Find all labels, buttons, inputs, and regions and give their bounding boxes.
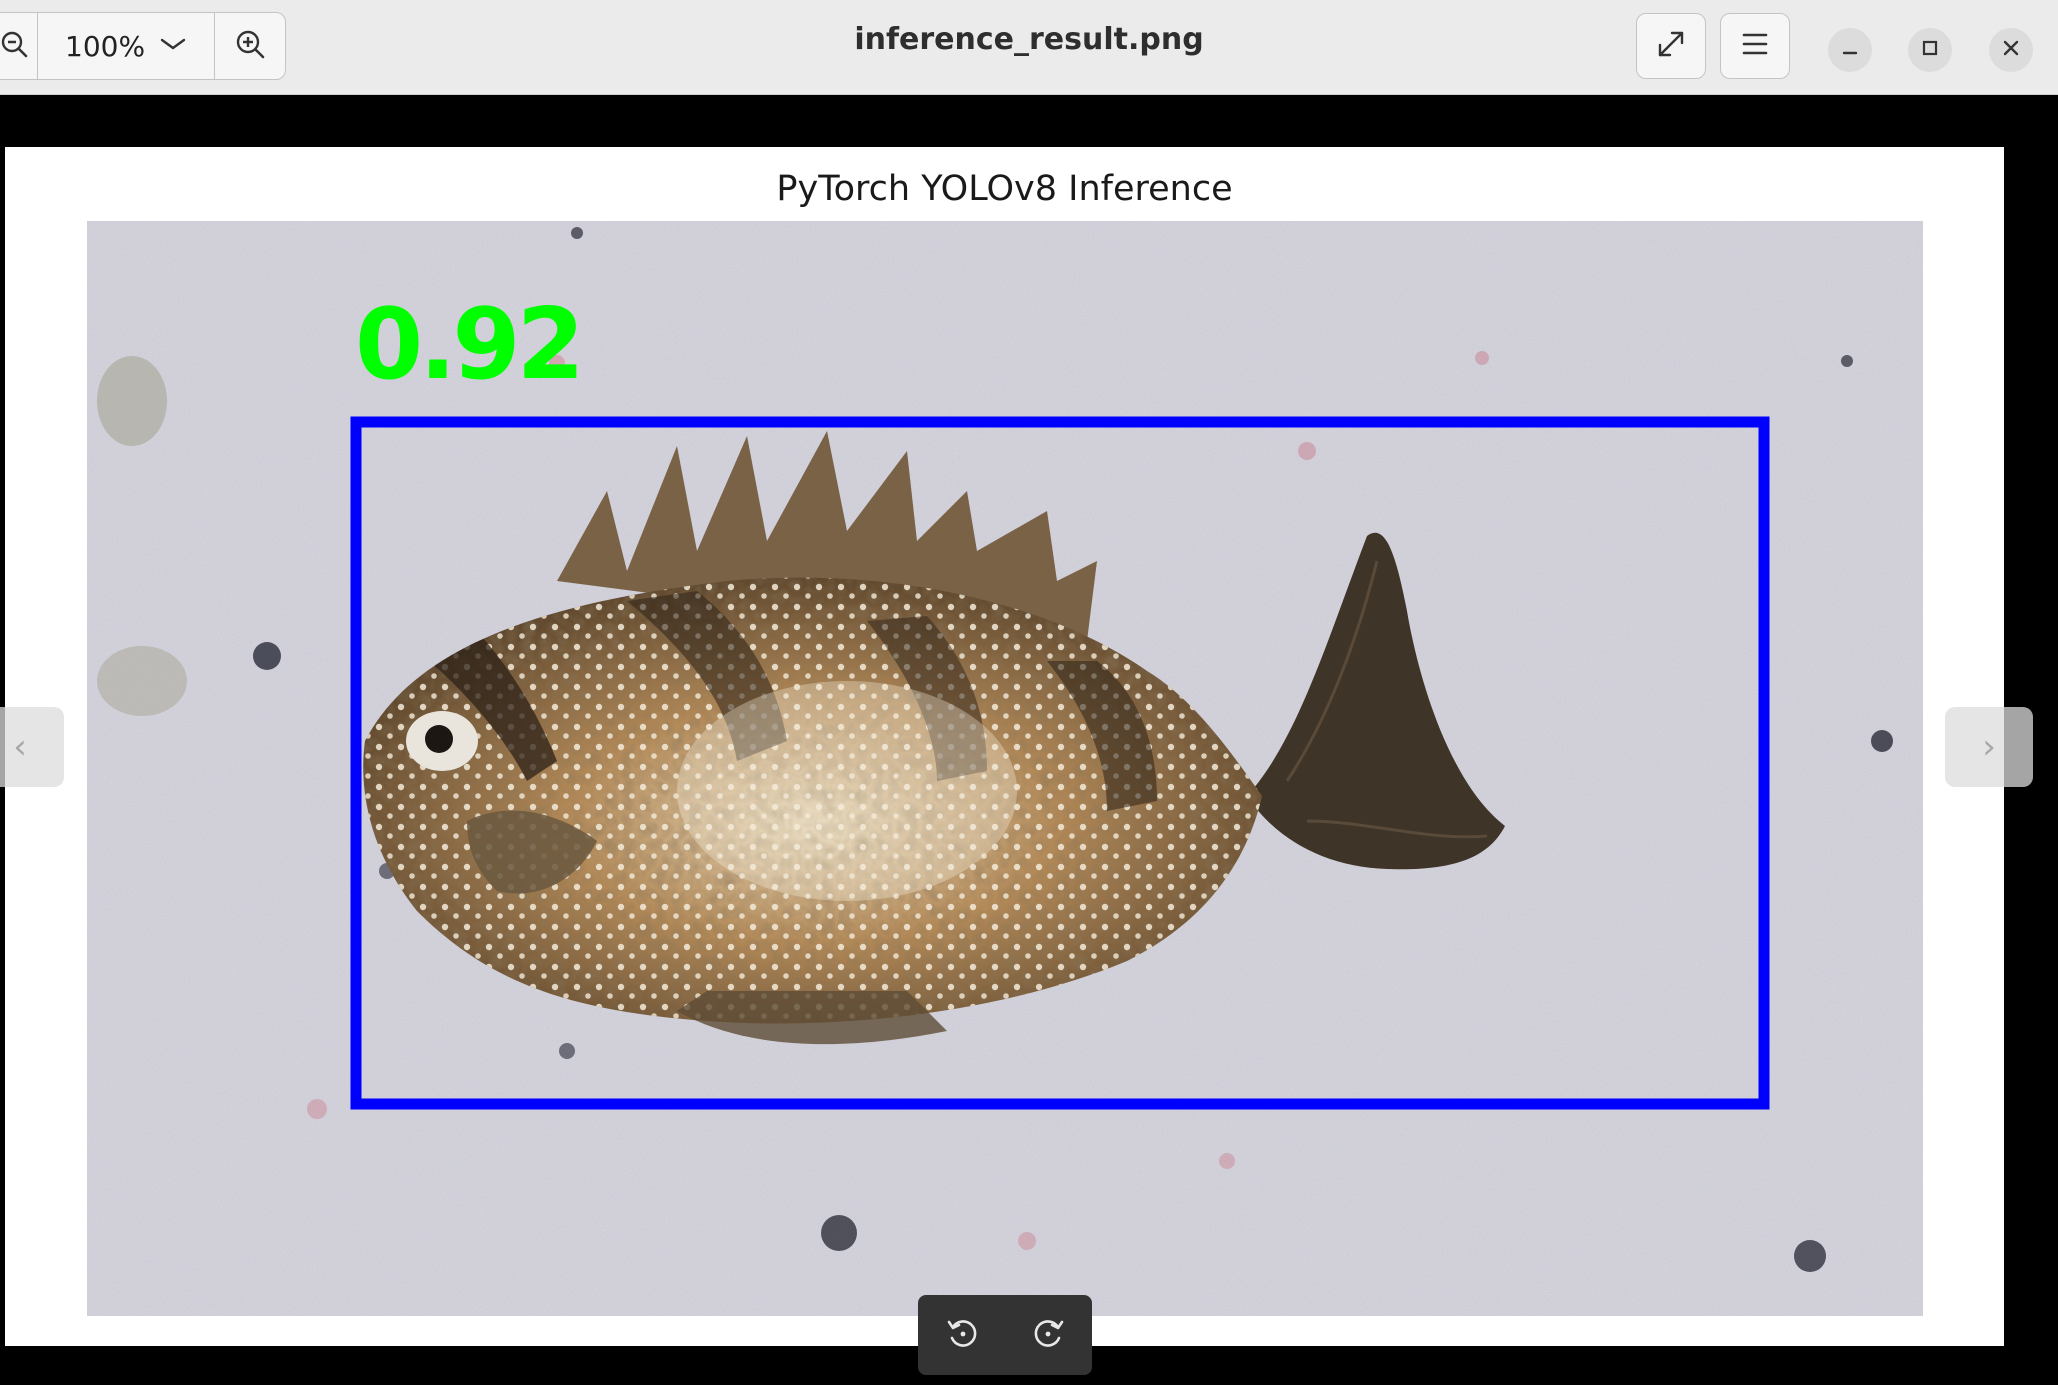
fullscreen-icon (1654, 27, 1688, 65)
chevron-left-icon: ‹ (13, 727, 27, 767)
photo-graphic: 0.92 (87, 221, 1923, 1316)
header-bar: 100% inference_result.png (0, 0, 2058, 95)
maximize-button[interactable] (1908, 28, 1952, 72)
zoom-out-button[interactable] (0, 13, 38, 79)
zoom-in-icon (234, 28, 266, 64)
image-canvas: PyTorch YOLOv8 Inference 0.92 (5, 147, 2004, 1346)
zoom-in-button[interactable] (215, 13, 285, 79)
plot-title: PyTorch YOLOv8 Inference (776, 169, 1233, 209)
rotate-right-icon (1032, 1316, 1066, 1354)
hamburger-menu-icon (1740, 31, 1770, 61)
maximize-icon (1920, 38, 1940, 62)
close-button[interactable] (1989, 28, 2033, 72)
rotate-controls (918, 1295, 1092, 1375)
main-menu-button[interactable] (1720, 13, 1790, 79)
fullscreen-button[interactable] (1636, 13, 1706, 79)
inference-photo: 0.92 (87, 221, 1923, 1316)
zoom-controls: 100% (0, 12, 286, 80)
chevron-right-icon: › (1982, 727, 1996, 767)
zoom-level-dropdown[interactable]: 100% (38, 13, 216, 79)
close-icon (2001, 38, 2021, 62)
confidence-label: 0.92 (355, 288, 581, 402)
next-image-button[interactable]: › (1945, 707, 2033, 787)
rotate-left-button[interactable] (932, 1305, 992, 1365)
rotate-right-button[interactable] (1019, 1305, 1079, 1365)
zoom-level-value: 100% (65, 29, 146, 63)
rotate-left-icon (945, 1316, 979, 1354)
previous-image-button[interactable]: ‹ (0, 707, 64, 787)
minimize-icon (1840, 38, 1860, 62)
chevron-down-icon (159, 35, 187, 57)
minimize-button[interactable] (1828, 28, 1872, 72)
zoom-out-icon (0, 29, 29, 63)
